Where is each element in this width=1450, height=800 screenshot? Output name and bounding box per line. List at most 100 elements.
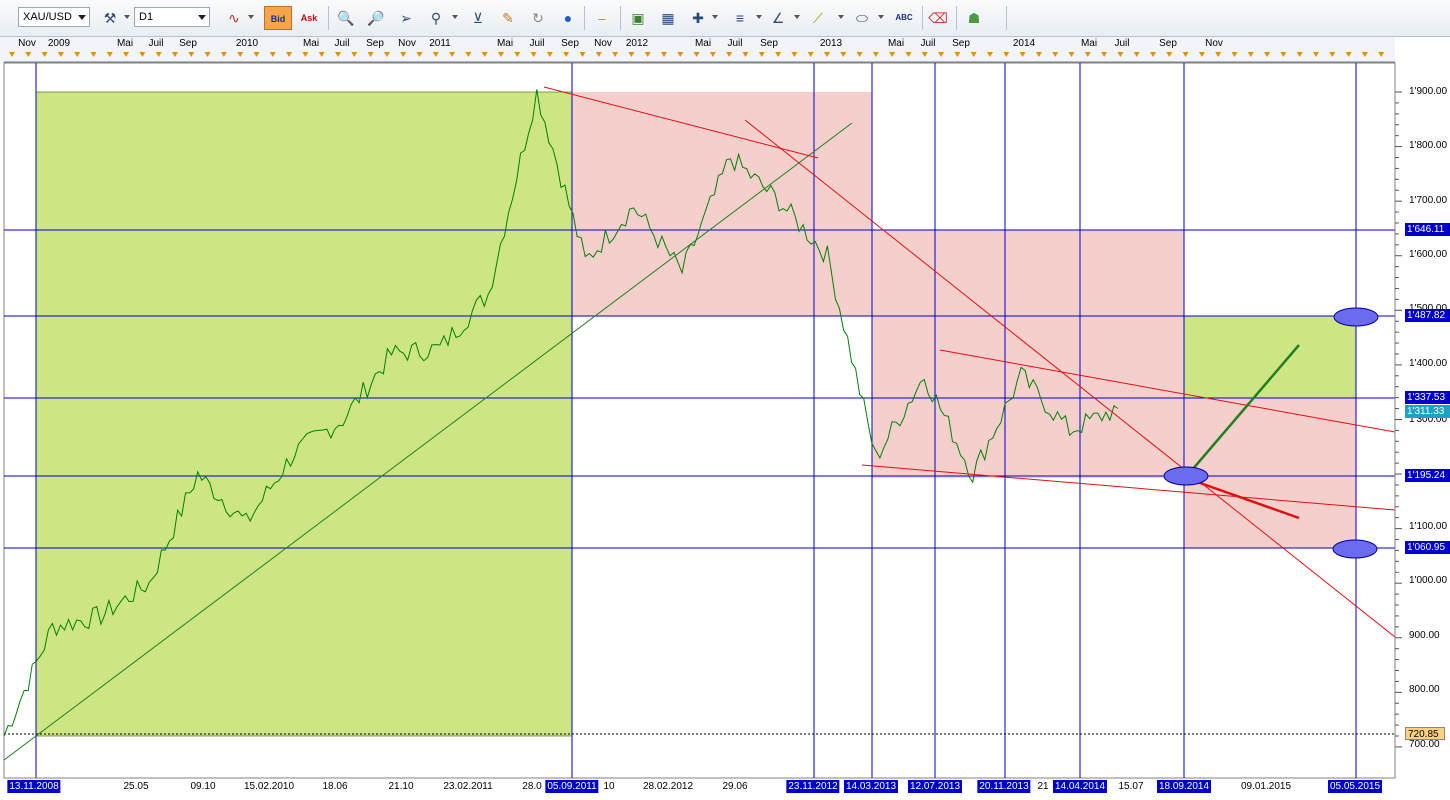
top-axis-tick: [856, 52, 863, 57]
top-time-label: Mai: [496, 38, 514, 49]
top-axis-tick: [791, 52, 798, 57]
date-marker-label: 14.04.2014: [1052, 780, 1108, 793]
top-time-label: 2010: [235, 38, 259, 49]
top-axis-tick: [351, 52, 358, 57]
top-axis-tick: [1068, 52, 1075, 57]
bottom-time-label: 21: [1037, 781, 1049, 792]
top-axis-tick: [1084, 52, 1091, 57]
bottom-time-label: 10: [603, 781, 615, 792]
bottom-time-label: 25.05: [123, 781, 149, 792]
top-axis-tick: [905, 52, 912, 57]
price-axis-label: 800.00: [1409, 684, 1440, 695]
top-axis-tick: [172, 52, 178, 57]
top-axis-tick: [1296, 52, 1303, 57]
top-axis-tick: [726, 52, 733, 57]
top-time-label: Nov: [594, 38, 612, 49]
date-marker-label: 13.11.2008: [7, 780, 61, 793]
top-axis-tick: [1052, 52, 1059, 57]
top-axis-tick: [644, 52, 651, 57]
price-axis-label: 1'600.00: [1409, 249, 1448, 260]
price-axis-label: 1'100.00: [1409, 521, 1448, 532]
top-time-label: Mai: [302, 38, 320, 49]
top-axis-tick: [921, 52, 928, 57]
green-zone-main: [35, 91, 573, 737]
top-axis-tick: [889, 52, 896, 57]
top-axis-tick: [530, 52, 537, 57]
top-axis-tick: [139, 52, 146, 57]
date-marker-label: 23.11.2012: [786, 780, 840, 793]
ellipse-marker-1195[interactable]: [1163, 466, 1209, 486]
top-axis-tick: [514, 52, 521, 57]
top-axis-tick: [693, 52, 700, 57]
level-price-tag: 1'060.95: [1405, 541, 1450, 554]
level-price-tag: 1'195.24: [1405, 469, 1450, 482]
ellipse-marker-1487[interactable]: [1333, 307, 1379, 327]
top-axis-tick: [383, 52, 390, 57]
bottom-time-label: 15.02.2010: [243, 781, 295, 792]
price-axis-label: 1'800.00: [1409, 140, 1448, 151]
top-axis-tick: [286, 52, 293, 57]
top-time-label: Mai: [1080, 38, 1098, 49]
top-axis-tick: [41, 52, 48, 57]
top-axis-tick: [90, 52, 97, 57]
top-axis-tick: [204, 52, 211, 57]
bottom-time-label: 21.10: [388, 781, 414, 792]
top-axis-tick: [1101, 52, 1108, 57]
top-time-label: 2012: [625, 38, 649, 49]
top-axis-tick: [938, 52, 945, 57]
top-axis-tick: [367, 52, 374, 57]
top-axis-tick: [1280, 52, 1287, 57]
chart-area[interactable]: [0, 0, 1450, 800]
current-price-tag: 1'311.33: [1405, 405, 1450, 418]
price-axis-label: 700.00: [1409, 739, 1440, 750]
red-zone-middle: [872, 230, 1184, 478]
price-axis-label: 1'000.00: [1409, 575, 1448, 586]
top-axis-tick: [123, 52, 130, 57]
top-time-label: Mai: [887, 38, 905, 49]
bottom-time-label: 15.07: [1118, 781, 1144, 792]
top-axis-ticks: [9, 52, 1385, 57]
top-time-label: Sep: [952, 38, 970, 49]
top-time-label: Mai: [116, 38, 134, 49]
date-marker-label: 12.07.2013: [907, 780, 963, 793]
top-axis-tick: [872, 52, 879, 57]
top-axis-tick: [237, 52, 244, 57]
top-axis-tick: [465, 52, 472, 57]
top-axis-tick: [1182, 52, 1189, 57]
top-axis-tick: [1166, 52, 1173, 57]
ellipse-marker-1060[interactable]: [1332, 539, 1378, 559]
bottom-time-label: 29.06: [722, 781, 748, 792]
top-axis-tick: [563, 52, 570, 57]
top-axis-tick: [1313, 52, 1319, 57]
top-axis-tick: [269, 52, 276, 57]
level-price-tag: 1'646.11: [1405, 223, 1450, 236]
top-time-label: Juil: [920, 38, 936, 49]
bottom-time-label: 09.01.2015: [1240, 781, 1292, 792]
red-zone-top: [572, 92, 872, 316]
top-axis-tick: [1231, 52, 1238, 57]
bottom-time-label: 18.06: [322, 781, 348, 792]
top-axis-tick: [449, 52, 456, 57]
price-axis-ticks: [1395, 91, 1402, 748]
bottom-time-label: 28.02.2012: [642, 781, 694, 792]
top-axis-tick: [709, 52, 716, 57]
top-axis-tick: [661, 52, 667, 57]
top-time-label: Nov: [18, 38, 36, 49]
top-axis-tick: [155, 52, 162, 57]
top-axis-tick: [253, 52, 260, 57]
top-axis-tick: [987, 52, 993, 57]
top-axis-tick: [824, 52, 830, 57]
top-axis-tick: [954, 52, 961, 57]
top-axis-tick: [416, 52, 423, 57]
low-price-tag: 720.85: [1405, 727, 1445, 740]
top-axis-tick: [775, 52, 782, 57]
top-time-label: Sep: [179, 38, 197, 49]
top-time-label: Juil: [727, 38, 743, 49]
date-marker-label: 20.11.2013: [977, 780, 1031, 793]
top-time-label: 2013: [819, 38, 843, 49]
top-axis-tick: [481, 52, 488, 57]
date-marker-label: 05.05.2015: [1327, 780, 1383, 793]
bottom-time-label: 23.02.2011: [443, 781, 493, 792]
level-price-tag: 1'337.53: [1405, 391, 1450, 404]
top-axis-tick: [742, 52, 749, 57]
